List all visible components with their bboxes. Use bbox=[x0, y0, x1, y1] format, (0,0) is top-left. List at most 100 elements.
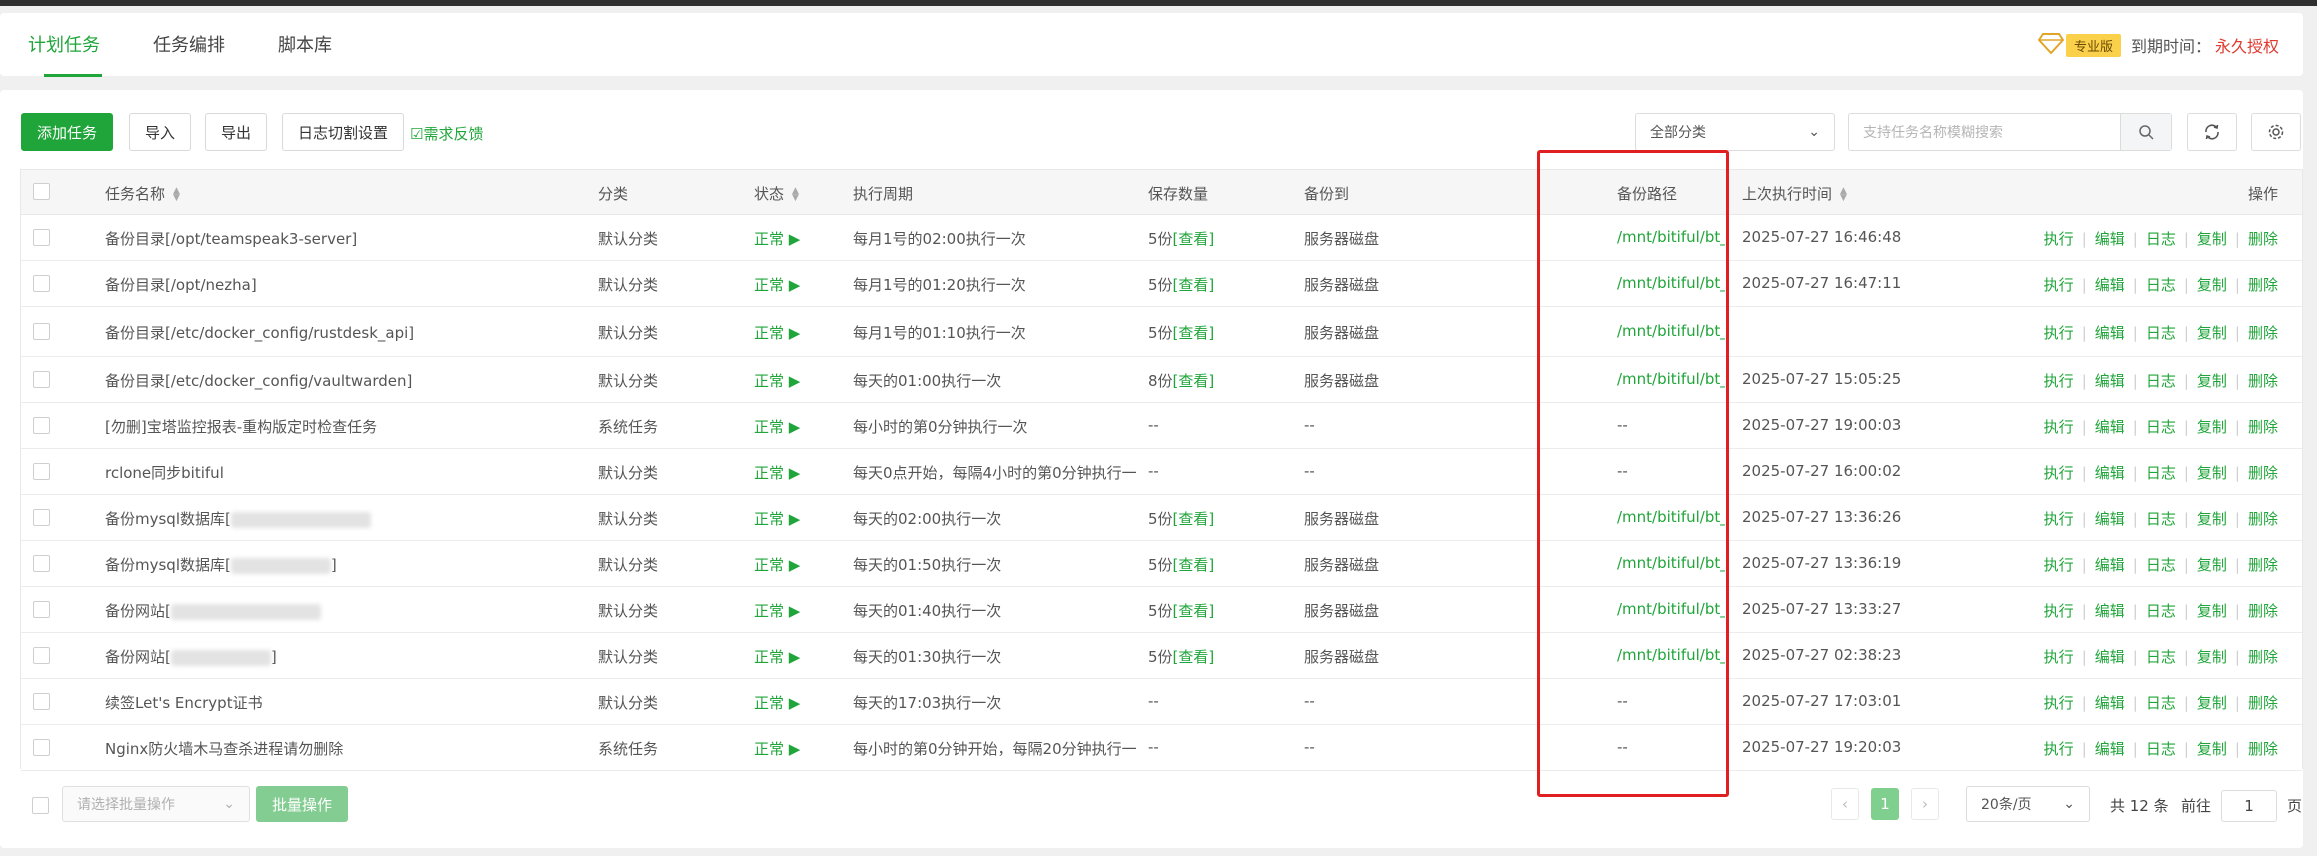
edit-link[interactable]: 编辑 bbox=[2095, 324, 2125, 342]
log-link[interactable]: 日志 bbox=[2146, 602, 2176, 620]
page-size-select[interactable]: 20条/页 ⌄ bbox=[1966, 786, 2090, 822]
delete-link[interactable]: 删除 bbox=[2248, 648, 2278, 666]
edit-link[interactable]: 编辑 bbox=[2095, 740, 2125, 758]
row-checkbox[interactable] bbox=[33, 601, 50, 618]
delete-link[interactable]: 删除 bbox=[2248, 418, 2278, 436]
view-backups-link[interactable]: [查看] bbox=[1173, 324, 1215, 342]
row-checkbox[interactable] bbox=[33, 509, 50, 526]
task-status[interactable]: 正常 ▶ bbox=[754, 692, 800, 713]
task-status[interactable]: 正常 ▶ bbox=[754, 738, 800, 759]
settings-button[interactable] bbox=[2251, 113, 2301, 151]
edit-link[interactable]: 编辑 bbox=[2095, 648, 2125, 666]
log-link[interactable]: 日志 bbox=[2146, 230, 2176, 248]
add-task-button[interactable]: 添加任务 bbox=[21, 113, 113, 151]
delete-link[interactable]: 删除 bbox=[2248, 324, 2278, 342]
task-status[interactable]: 正常 ▶ bbox=[754, 508, 800, 529]
delete-link[interactable]: 删除 bbox=[2248, 602, 2278, 620]
row-checkbox[interactable] bbox=[33, 647, 50, 664]
col-name[interactable]: 任务名称 ▲ ▼ bbox=[105, 183, 180, 204]
col-status[interactable]: 状态 ▲ ▼ bbox=[754, 183, 799, 204]
edit-link[interactable]: 编辑 bbox=[2095, 510, 2125, 528]
row-checkbox[interactable] bbox=[33, 555, 50, 572]
log-link[interactable]: 日志 bbox=[2146, 556, 2176, 574]
edit-link[interactable]: 编辑 bbox=[2095, 464, 2125, 482]
view-backups-link[interactable]: [查看] bbox=[1173, 276, 1215, 294]
log-link[interactable]: 日志 bbox=[2146, 276, 2176, 294]
log-link[interactable]: 日志 bbox=[2146, 418, 2176, 436]
search-input[interactable]: 支持任务名称模糊搜索 bbox=[1848, 113, 2172, 151]
run-link[interactable]: 执行 bbox=[2044, 324, 2074, 342]
log-link[interactable]: 日志 bbox=[2146, 510, 2176, 528]
feedback-link[interactable]: ☑需求反馈 bbox=[410, 123, 483, 144]
batch-action-button[interactable]: 批量操作 bbox=[256, 786, 348, 822]
edit-link[interactable]: 编辑 bbox=[2095, 276, 2125, 294]
run-link[interactable]: 执行 bbox=[2044, 740, 2074, 758]
delete-link[interactable]: 删除 bbox=[2248, 372, 2278, 390]
edit-link[interactable]: 编辑 bbox=[2095, 418, 2125, 436]
edit-link[interactable]: 编辑 bbox=[2095, 602, 2125, 620]
delete-link[interactable]: 删除 bbox=[2248, 694, 2278, 712]
log-link[interactable]: 日志 bbox=[2146, 694, 2176, 712]
tab-task-orchestration[interactable]: 任务编排 bbox=[153, 31, 225, 57]
copy-link[interactable]: 复制 bbox=[2197, 602, 2227, 620]
log-link[interactable]: 日志 bbox=[2146, 372, 2176, 390]
row-checkbox[interactable] bbox=[33, 739, 50, 756]
task-status[interactable]: 正常 ▶ bbox=[754, 600, 800, 621]
category-select[interactable]: 全部分类 ⌄ bbox=[1635, 113, 1835, 151]
log-split-settings-button[interactable]: 日志切割设置 bbox=[282, 113, 404, 151]
copy-link[interactable]: 复制 bbox=[2197, 510, 2227, 528]
tab-scheduled-tasks[interactable]: 计划任务 bbox=[28, 31, 100, 57]
delete-link[interactable]: 删除 bbox=[2248, 464, 2278, 482]
next-page-button[interactable]: › bbox=[1911, 788, 1939, 820]
edit-link[interactable]: 编辑 bbox=[2095, 694, 2125, 712]
row-checkbox[interactable] bbox=[33, 693, 50, 710]
row-checkbox[interactable] bbox=[33, 275, 50, 292]
row-checkbox[interactable] bbox=[33, 417, 50, 434]
run-link[interactable]: 执行 bbox=[2044, 276, 2074, 294]
task-status[interactable]: 正常 ▶ bbox=[754, 228, 800, 249]
run-link[interactable]: 执行 bbox=[2044, 556, 2074, 574]
expire-value[interactable]: 永久授权 bbox=[2215, 33, 2279, 57]
copy-link[interactable]: 复制 bbox=[2197, 740, 2227, 758]
edit-link[interactable]: 编辑 bbox=[2095, 372, 2125, 390]
prev-page-button[interactable]: ‹ bbox=[1831, 788, 1859, 820]
run-link[interactable]: 执行 bbox=[2044, 694, 2074, 712]
row-checkbox[interactable] bbox=[33, 463, 50, 480]
log-link[interactable]: 日志 bbox=[2146, 324, 2176, 342]
copy-link[interactable]: 复制 bbox=[2197, 230, 2227, 248]
col-last-run[interactable]: 上次执行时间 ▲ ▼ bbox=[1742, 183, 1847, 204]
row-checkbox[interactable] bbox=[33, 229, 50, 246]
view-backups-link[interactable]: [查看] bbox=[1173, 230, 1215, 248]
task-status[interactable]: 正常 ▶ bbox=[754, 370, 800, 391]
copy-link[interactable]: 复制 bbox=[2197, 694, 2227, 712]
task-status[interactable]: 正常 ▶ bbox=[754, 462, 800, 483]
run-link[interactable]: 执行 bbox=[2044, 464, 2074, 482]
page-1-button[interactable]: 1 bbox=[1871, 788, 1899, 820]
log-link[interactable]: 日志 bbox=[2146, 648, 2176, 666]
export-button[interactable]: 导出 bbox=[205, 113, 267, 151]
footer-select-all-checkbox[interactable] bbox=[32, 797, 49, 814]
log-link[interactable]: 日志 bbox=[2146, 464, 2176, 482]
view-backups-link[interactable]: [查看] bbox=[1173, 510, 1215, 528]
view-backups-link[interactable]: [查看] bbox=[1173, 602, 1215, 620]
copy-link[interactable]: 复制 bbox=[2197, 276, 2227, 294]
task-status[interactable]: 正常 ▶ bbox=[754, 646, 800, 667]
copy-link[interactable]: 复制 bbox=[2197, 418, 2227, 436]
goto-page-input[interactable]: 1 bbox=[2221, 790, 2277, 822]
edit-link[interactable]: 编辑 bbox=[2095, 556, 2125, 574]
copy-link[interactable]: 复制 bbox=[2197, 324, 2227, 342]
view-backups-link[interactable]: [查看] bbox=[1173, 372, 1215, 390]
delete-link[interactable]: 删除 bbox=[2248, 740, 2278, 758]
row-checkbox[interactable] bbox=[33, 323, 50, 340]
delete-link[interactable]: 删除 bbox=[2248, 510, 2278, 528]
copy-link[interactable]: 复制 bbox=[2197, 464, 2227, 482]
run-link[interactable]: 执行 bbox=[2044, 602, 2074, 620]
task-status[interactable]: 正常 ▶ bbox=[754, 554, 800, 575]
view-backups-link[interactable]: [查看] bbox=[1173, 556, 1215, 574]
run-link[interactable]: 执行 bbox=[2044, 372, 2074, 390]
tab-script-library[interactable]: 脚本库 bbox=[278, 31, 332, 57]
batch-action-select[interactable]: 请选择批量操作 ⌄ bbox=[62, 786, 250, 822]
refresh-button[interactable] bbox=[2187, 113, 2237, 151]
copy-link[interactable]: 复制 bbox=[2197, 556, 2227, 574]
delete-link[interactable]: 删除 bbox=[2248, 230, 2278, 248]
